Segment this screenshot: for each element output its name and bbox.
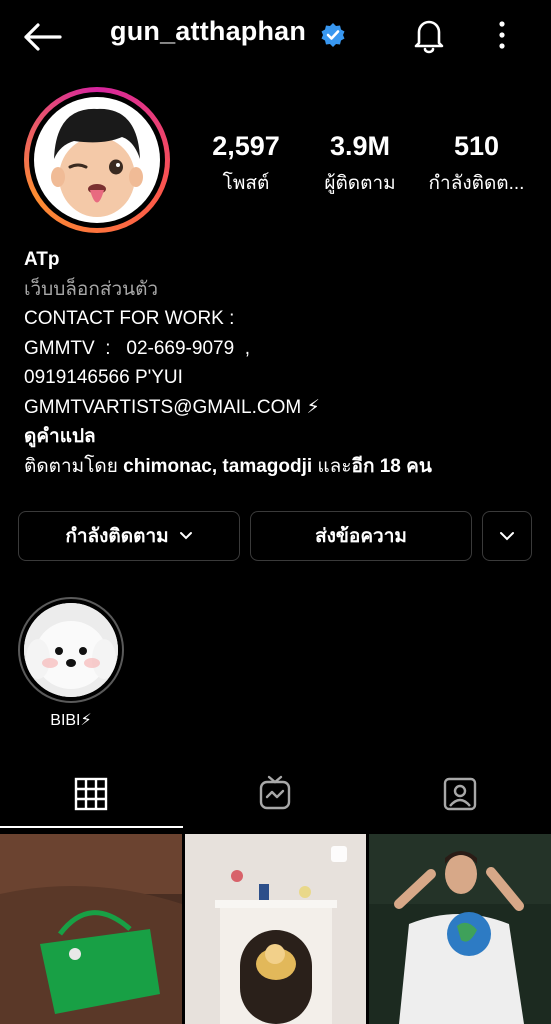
verified-badge-icon	[321, 23, 345, 47]
see-translation-link[interactable]: ดูคำแปล	[24, 422, 534, 452]
post-thumbnail[interactable]	[369, 834, 551, 1024]
profile-avatar[interactable]	[34, 97, 160, 223]
grid-tab-icon[interactable]	[61, 772, 121, 816]
following-button-label: กำลังติดตาม	[65, 526, 169, 547]
stat-posts: 2,597 โพสต์	[186, 131, 306, 198]
bio-line: GMMTV : 02-669-9079 ,	[24, 337, 250, 359]
highlight-label: BIBI⚡	[50, 712, 92, 729]
display-name: ATp	[24, 249, 60, 270]
profile-bio: ATp เว็บบล็อกส่วนตัว CONTACT FOR WORK : …	[24, 245, 534, 481]
following-count: 510	[453, 131, 500, 161]
suggested-accounts-button[interactable]	[482, 511, 532, 561]
bio-line: 0919146566 P'YUI	[24, 367, 183, 388]
chevron-down-icon	[500, 532, 514, 541]
following-button[interactable]: กำลังติดตาม	[18, 511, 240, 561]
more-options-icon[interactable]	[490, 18, 514, 52]
active-tab-indicator	[0, 826, 183, 828]
followed-by-mid: และ	[312, 455, 352, 477]
stat-followers[interactable]: 3.9M ผู้ติดตาม	[300, 131, 420, 198]
post-thumbnail[interactable]	[185, 834, 366, 1024]
tagged-tab-icon[interactable]	[430, 772, 490, 816]
followers-label: ผู้ติดตาม	[324, 173, 396, 194]
profile-username: gun_atthaphan	[110, 16, 307, 46]
followed-by-prefix: ติดตามโดย	[24, 455, 124, 477]
notification-bell-icon[interactable]	[410, 16, 448, 54]
followers-count: 3.9M	[329, 131, 391, 161]
chevron-down-icon	[179, 532, 192, 540]
bio-line: CONTACT FOR WORK :	[24, 308, 235, 329]
igtv-tab-icon[interactable]	[245, 772, 305, 816]
highlight-thumbnail[interactable]	[24, 603, 118, 697]
category-label: เว็บบล็อกส่วนตัว	[24, 278, 159, 300]
stat-following[interactable]: 510 กำลังติดต...	[414, 131, 539, 198]
following-label: กำลังติดต...	[428, 173, 525, 194]
followed-by-count: อีก 18 คน	[351, 455, 432, 477]
posts-count: 2,597	[212, 131, 280, 161]
followed-by[interactable]: ติดตามโดย chimonac, tamagodji และอีก 18 …	[24, 452, 534, 482]
bio-line[interactable]: GMMTVARTISTS@GMAIL.COM ⚡	[24, 393, 534, 423]
followed-by-names: chimonac, tamagodji	[123, 455, 313, 477]
message-button[interactable]: ส่งข้อความ	[250, 511, 472, 561]
message-button-label: ส่งข้อความ	[315, 526, 407, 547]
posts-label: โพสต์	[222, 173, 270, 194]
post-thumbnail[interactable]	[0, 834, 182, 1024]
back-arrow-icon[interactable]	[22, 22, 62, 52]
